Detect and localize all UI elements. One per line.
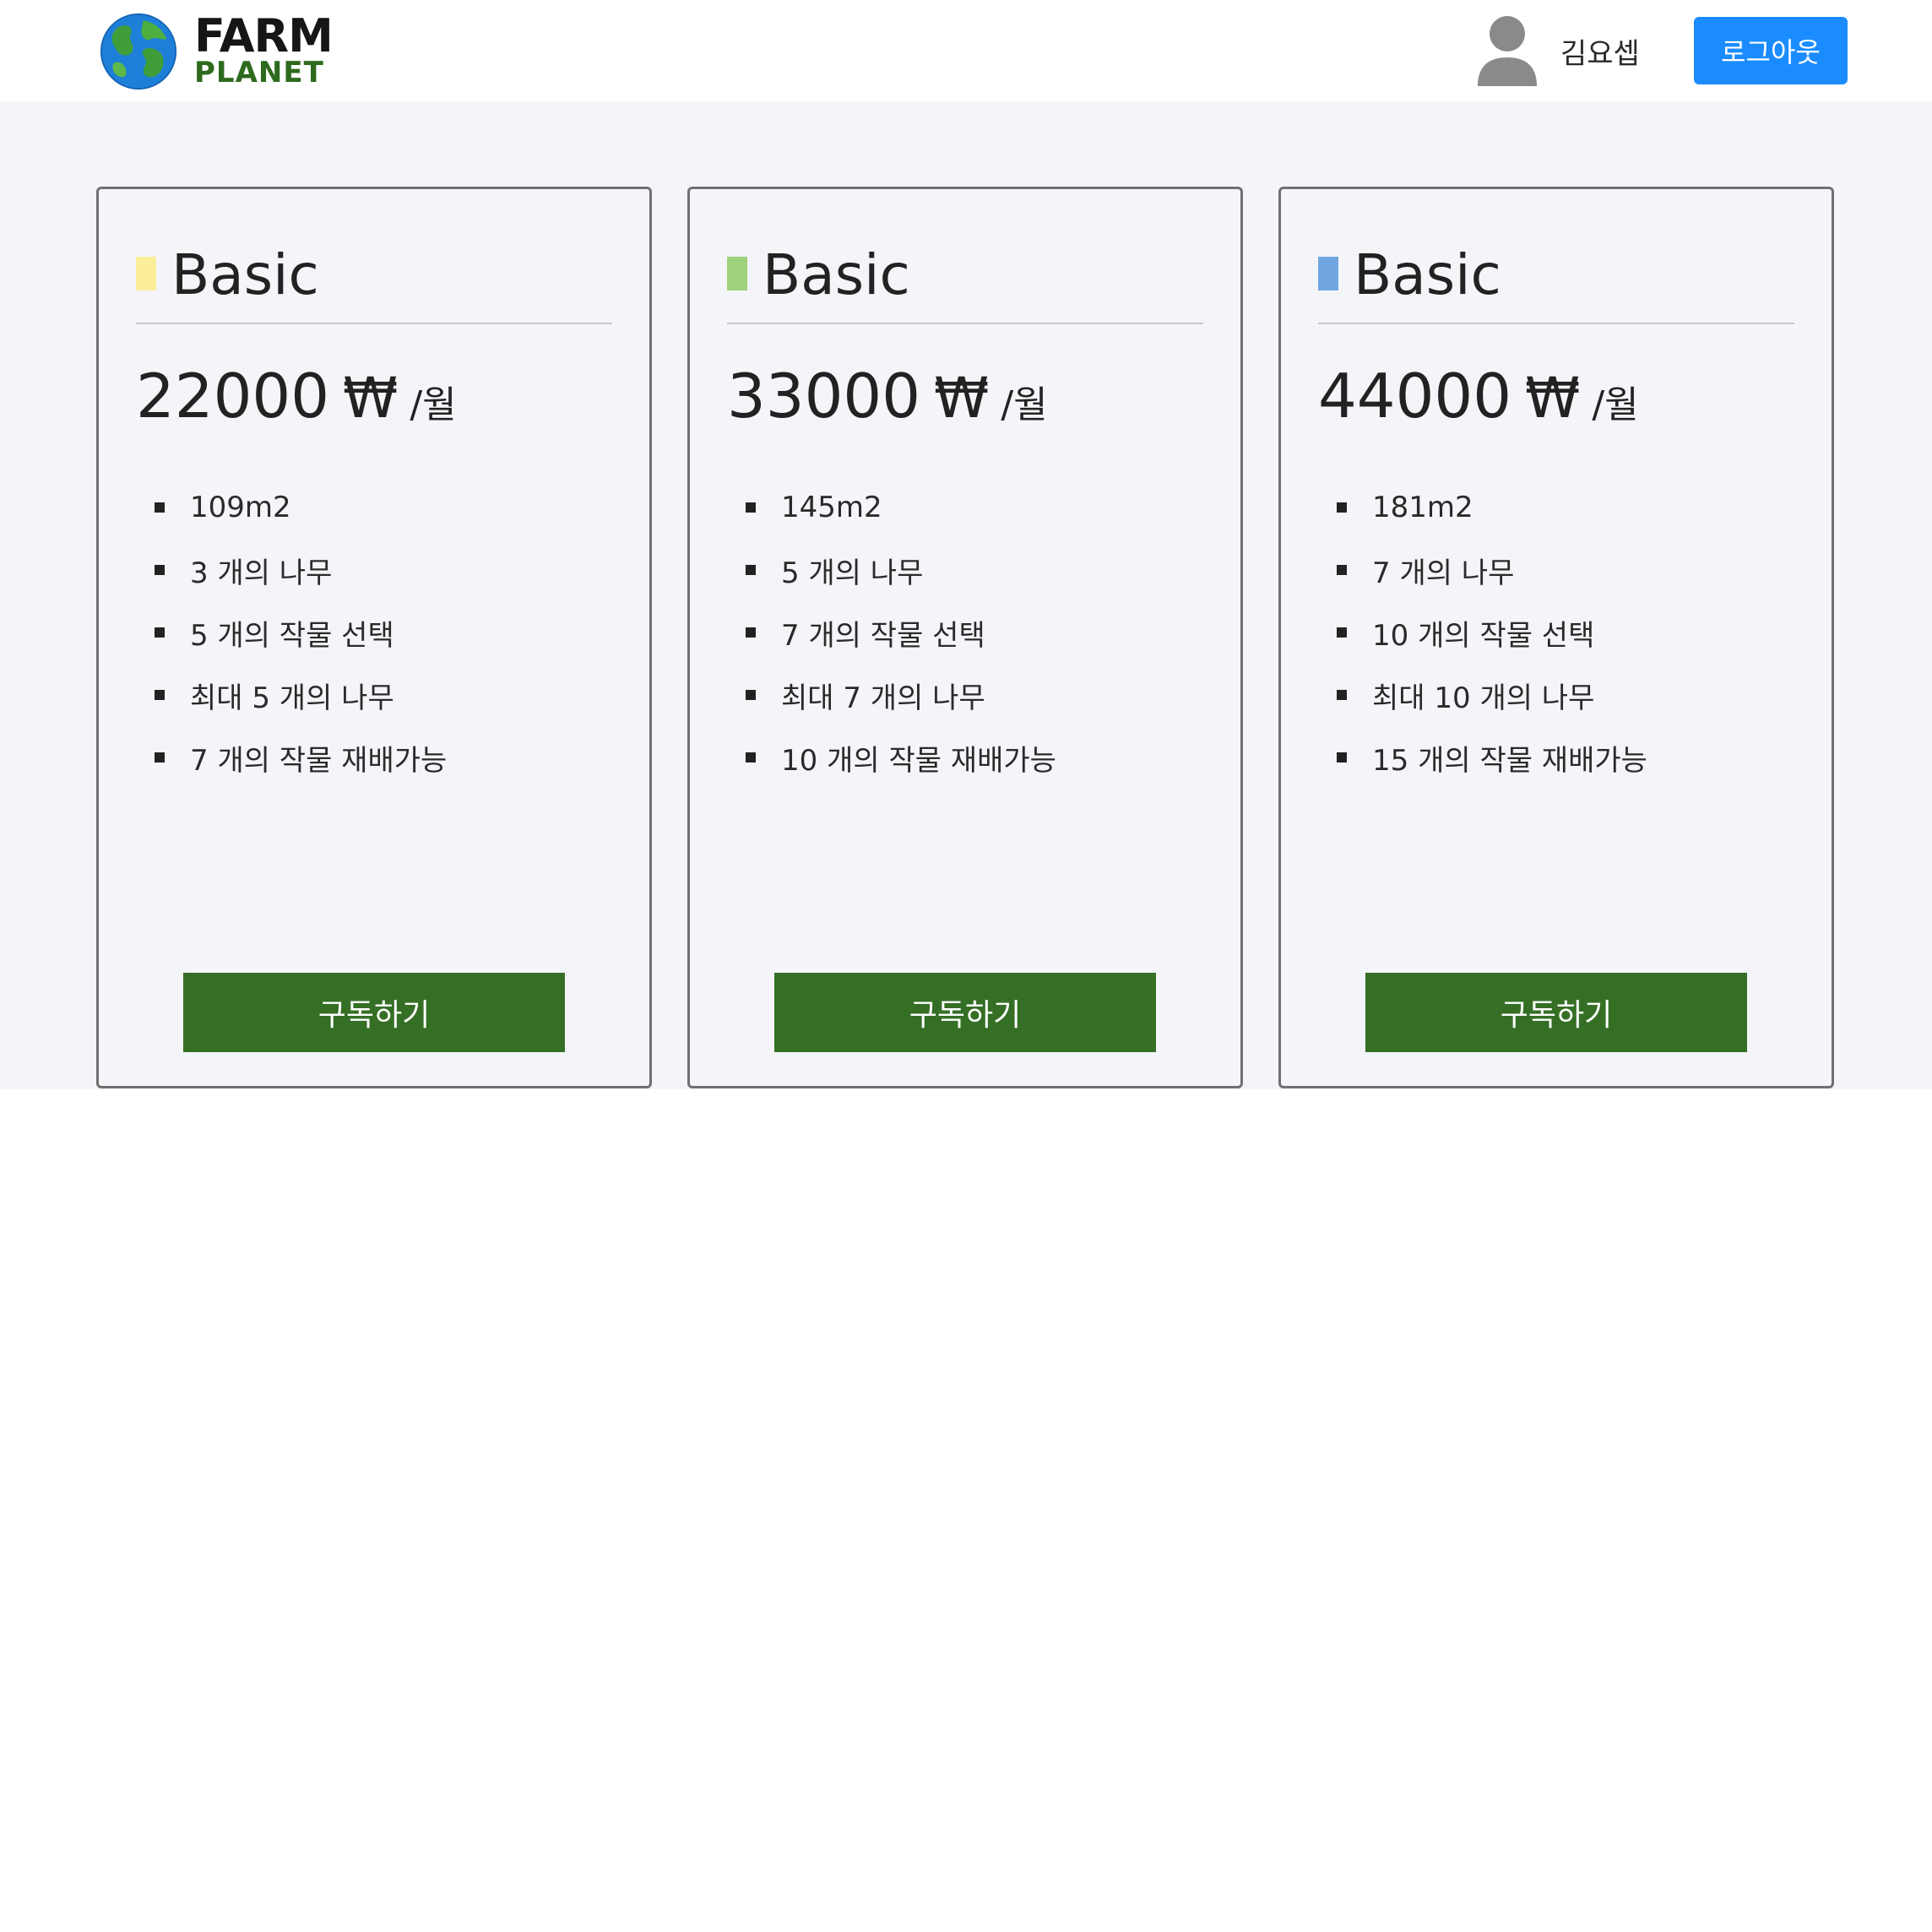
logo-planet-text: PLANET (194, 56, 324, 90)
price-amount: 22000 (136, 361, 330, 431)
feature-list: 181m2 7 개의 나무 10 개의 작물 선택 최대 10 개의 나무 15… (1337, 476, 1647, 789)
feature-item: 145m2 (746, 476, 1056, 539)
feature-item: 10 개의 작물 재배가능 (746, 726, 1056, 789)
feature-text: 145m2 (781, 491, 882, 524)
plan-price: 44000 ₩ /월 (1318, 358, 1639, 434)
globe-icon (100, 13, 177, 90)
bullet-icon (1337, 502, 1347, 513)
feature-item: 109m2 (155, 476, 447, 539)
currency-symbol: ₩ (343, 366, 399, 431)
feature-item: 최대 5 개의 나무 (155, 664, 447, 726)
feature-text: 5 개의 나무 (781, 556, 924, 590)
subscribe-button[interactable]: 구독하기 (774, 973, 1156, 1052)
feature-item: 3 개의 나무 (155, 539, 447, 601)
feature-text: 10 개의 작물 선택 (1372, 618, 1595, 653)
feature-item: 5 개의 작물 선택 (155, 601, 447, 664)
bullet-icon (746, 565, 756, 575)
feature-text: 최대 10 개의 나무 (1372, 681, 1595, 715)
price-period: /월 (410, 383, 457, 426)
bullet-icon (746, 752, 756, 762)
feature-text: 7 개의 작물 재배가능 (190, 743, 448, 778)
logout-button[interactable]: 로그아웃 (1694, 17, 1848, 84)
top-header: FARM PLANET 김요셉 로그아웃 (0, 0, 1932, 101)
bullet-icon (746, 690, 756, 700)
plan-header: Basic (727, 240, 1203, 324)
feature-list: 145m2 5 개의 나무 7 개의 작물 선택 최대 7 개의 나무 10 개… (746, 476, 1056, 789)
feature-text: 7 개의 작물 선택 (781, 618, 985, 653)
price-period: /월 (1001, 383, 1048, 426)
logo-farm-text: FARM (194, 9, 334, 62)
feature-list: 109m2 3 개의 나무 5 개의 작물 선택 최대 5 개의 나무 7 개의… (155, 476, 447, 789)
feature-item: 15 개의 작물 재배가능 (1337, 726, 1647, 789)
feature-text: 5 개의 작물 선택 (190, 618, 394, 653)
feature-text: 109m2 (190, 491, 291, 524)
feature-text: 최대 7 개의 나무 (781, 681, 985, 715)
plan-price: 22000 ₩ /월 (136, 358, 457, 434)
bullet-icon (1337, 690, 1347, 700)
bullet-icon (1337, 752, 1347, 762)
plan-price: 33000 ₩ /월 (727, 358, 1048, 434)
plan-name: Basic (1354, 242, 1501, 307)
price-amount: 44000 (1318, 361, 1512, 431)
bullet-icon (1337, 627, 1347, 638)
plan-color-marker (136, 257, 156, 290)
bullet-icon (746, 627, 756, 638)
feature-item: 7 개의 작물 재배가능 (155, 726, 447, 789)
feature-text: 15 개의 작물 재배가능 (1372, 743, 1647, 778)
bullet-icon (155, 502, 165, 513)
price-period: /월 (1592, 383, 1639, 426)
bullet-icon (155, 627, 165, 638)
user-avatar-icon (1478, 16, 1537, 86)
plan-name: Basic (762, 242, 910, 307)
feature-text: 10 개의 작물 재배가능 (781, 743, 1056, 778)
feature-item: 181m2 (1337, 476, 1647, 539)
bullet-icon (155, 565, 165, 575)
feature-text: 7 개의 나무 (1372, 556, 1515, 590)
plan-color-marker (727, 257, 747, 290)
feature-item: 7 개의 작물 선택 (746, 601, 1056, 664)
feature-text: 181m2 (1372, 491, 1473, 524)
feature-text: 3 개의 나무 (190, 556, 333, 590)
feature-item: 7 개의 나무 (1337, 539, 1647, 601)
feature-item: 10 개의 작물 선택 (1337, 601, 1647, 664)
plan-card-1: Basic 22000 ₩ /월 109m2 3 개의 나무 5 개의 작물 선… (96, 187, 652, 1088)
plan-color-marker (1318, 257, 1338, 290)
subscribe-button[interactable]: 구독하기 (1365, 973, 1747, 1052)
bullet-icon (746, 502, 756, 513)
user-profile[interactable]: 김요셉 (1476, 15, 1640, 86)
bullet-icon (1337, 565, 1347, 575)
farm-planet-logo[interactable]: FARM PLANET (100, 9, 334, 91)
plan-card-3: Basic 44000 ₩ /월 181m2 7 개의 나무 10 개의 작물 … (1278, 187, 1834, 1088)
plan-card-2: Basic 33000 ₩ /월 145m2 5 개의 나무 7 개의 작물 선… (687, 187, 1243, 1088)
price-amount: 33000 (727, 361, 921, 431)
feature-item: 최대 10 개의 나무 (1337, 664, 1647, 726)
user-name: 김요셉 (1560, 36, 1640, 71)
logo-wordmark: FARM PLANET (194, 9, 334, 90)
plan-name: Basic (171, 242, 319, 307)
currency-symbol: ₩ (934, 366, 990, 431)
bullet-icon (155, 752, 165, 762)
feature-item: 최대 7 개의 나무 (746, 664, 1056, 726)
subscribe-button[interactable]: 구독하기 (183, 973, 565, 1052)
bullet-icon (155, 690, 165, 700)
plan-header: Basic (136, 240, 612, 324)
feature-item: 5 개의 나무 (746, 539, 1056, 601)
currency-symbol: ₩ (1525, 366, 1581, 431)
feature-text: 최대 5 개의 나무 (190, 681, 394, 715)
plan-header: Basic (1318, 240, 1794, 324)
